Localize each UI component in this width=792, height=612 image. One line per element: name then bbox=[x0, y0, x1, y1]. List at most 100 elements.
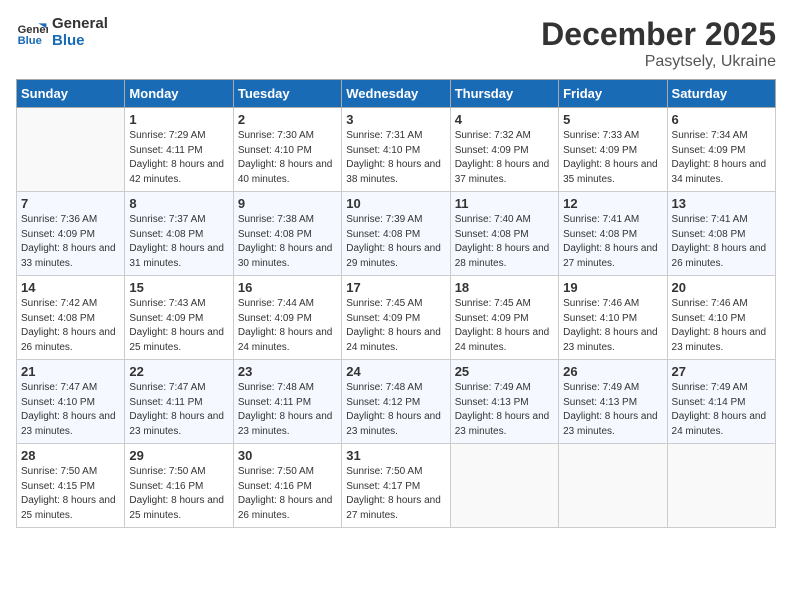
day-number: 27 bbox=[672, 364, 771, 379]
day-info: Sunrise: 7:29 AMSunset: 4:11 PMDaylight:… bbox=[129, 129, 228, 187]
calendar-week-row: 14Sunrise: 7:42 AMSunset: 4:08 PMDayligh… bbox=[17, 276, 776, 360]
day-number: 30 bbox=[238, 448, 337, 463]
calendar-day-cell: 7 Sunrise: 7:36 AMSunset: 4:09 PMDaylight… bbox=[17, 192, 125, 276]
calendar-week-row: 7 Sunrise: 7:36 AMSunset: 4:09 PMDaylight… bbox=[17, 192, 776, 276]
day-number: 14 bbox=[21, 280, 120, 295]
day-info: Sunrise: 7:46 AMSunset: 4:10 PMDaylight:… bbox=[563, 297, 662, 355]
day-number: 1 bbox=[129, 112, 228, 127]
day-info: Sunrise: 7:39 AMSunset: 4:08 PMDaylight:… bbox=[346, 213, 445, 271]
day-number: 2 bbox=[238, 112, 337, 127]
day-info: Sunrise: 7:49 AMSunset: 4:13 PMDaylight:… bbox=[455, 381, 554, 439]
day-number: 12 bbox=[563, 196, 662, 211]
weekday-header-saturday: Saturday bbox=[667, 80, 775, 108]
day-info: Sunrise: 7:50 AMSunset: 4:16 PMDaylight:… bbox=[129, 465, 228, 523]
day-info: Sunrise: 7:44 AMSunset: 4:09 PMDaylight:… bbox=[238, 297, 337, 355]
day-number: 9 bbox=[238, 196, 337, 211]
day-info: Sunrise: 7:45 AMSunset: 4:09 PMDaylight:… bbox=[346, 297, 445, 355]
calendar-day-cell: 8 Sunrise: 7:37 AMSunset: 4:08 PMDaylight… bbox=[125, 192, 233, 276]
day-info: Sunrise: 7:43 AMSunset: 4:09 PMDaylight:… bbox=[129, 297, 228, 355]
day-number: 23 bbox=[238, 364, 337, 379]
day-number: 11 bbox=[455, 196, 554, 211]
calendar-day-cell bbox=[450, 444, 558, 528]
day-number: 5 bbox=[563, 112, 662, 127]
location-title: Pasytsely, Ukraine bbox=[541, 53, 776, 71]
day-number: 6 bbox=[672, 112, 771, 127]
day-info: Sunrise: 7:36 AMSunset: 4:09 PMDaylight:… bbox=[21, 213, 120, 271]
weekday-header-row: SundayMondayTuesdayWednesdayThursdayFrid… bbox=[17, 80, 776, 108]
svg-text:Blue: Blue bbox=[18, 35, 42, 47]
calendar-table: SundayMondayTuesdayWednesdayThursdayFrid… bbox=[16, 79, 776, 528]
day-info: Sunrise: 7:45 AMSunset: 4:09 PMDaylight:… bbox=[455, 297, 554, 355]
day-info: Sunrise: 7:50 AMSunset: 4:16 PMDaylight:… bbox=[238, 465, 337, 523]
calendar-week-row: 1 Sunrise: 7:29 AMSunset: 4:11 PMDaylight… bbox=[17, 108, 776, 192]
day-number: 16 bbox=[238, 280, 337, 295]
calendar-day-cell: 2Sunrise: 7:30 AMSunset: 4:10 PMDaylight… bbox=[233, 108, 341, 192]
calendar-day-cell: 19 Sunrise: 7:46 AMSunset: 4:10 PMDayligh… bbox=[559, 276, 667, 360]
calendar-day-cell: 18 Sunrise: 7:45 AMSunset: 4:09 PMDayligh… bbox=[450, 276, 558, 360]
day-info: Sunrise: 7:41 AMSunset: 4:08 PMDaylight:… bbox=[672, 213, 771, 271]
calendar-day-cell: 13 Sunrise: 7:41 AMSunset: 4:08 PMDayligh… bbox=[667, 192, 775, 276]
day-info: Sunrise: 7:46 AMSunset: 4:10 PMDaylight:… bbox=[672, 297, 771, 355]
day-info: Sunrise: 7:50 AMSunset: 4:17 PMDaylight:… bbox=[346, 465, 445, 523]
day-number: 19 bbox=[563, 280, 662, 295]
calendar-day-cell: 10 Sunrise: 7:39 AMSunset: 4:08 PMDayligh… bbox=[342, 192, 450, 276]
day-info: Sunrise: 7:50 AMSunset: 4:15 PMDaylight:… bbox=[21, 465, 120, 523]
logo-text-blue: Blue bbox=[52, 33, 108, 50]
calendar-week-row: 21Sunrise: 7:47 AMSunset: 4:10 PMDayligh… bbox=[17, 360, 776, 444]
day-number: 7 bbox=[21, 196, 120, 211]
calendar-day-cell: 28 Sunrise: 7:50 AMSunset: 4:15 PMDayligh… bbox=[17, 444, 125, 528]
month-title: December 2025 bbox=[541, 16, 776, 53]
calendar-day-cell: 11Sunrise: 7:40 AMSunset: 4:08 PMDayligh… bbox=[450, 192, 558, 276]
weekday-header-monday: Monday bbox=[125, 80, 233, 108]
day-number: 29 bbox=[129, 448, 228, 463]
title-area: December 2025 Pasytsely, Ukraine bbox=[541, 16, 776, 71]
calendar-day-cell: 1 Sunrise: 7:29 AMSunset: 4:11 PMDaylight… bbox=[125, 108, 233, 192]
calendar-day-cell: 23 Sunrise: 7:48 AMSunset: 4:11 PMDayligh… bbox=[233, 360, 341, 444]
logo-icon: General Blue bbox=[16, 17, 48, 49]
day-info: Sunrise: 7:48 AMSunset: 4:12 PMDaylight:… bbox=[346, 381, 445, 439]
calendar-day-cell: 26 Sunrise: 7:49 AMSunset: 4:13 PMDayligh… bbox=[559, 360, 667, 444]
calendar-day-cell: 31 Sunrise: 7:50 AMSunset: 4:17 PMDayligh… bbox=[342, 444, 450, 528]
day-info: Sunrise: 7:37 AMSunset: 4:08 PMDaylight:… bbox=[129, 213, 228, 271]
day-number: 31 bbox=[346, 448, 445, 463]
day-number: 24 bbox=[346, 364, 445, 379]
day-number: 18 bbox=[455, 280, 554, 295]
day-number: 25 bbox=[455, 364, 554, 379]
weekday-header-wednesday: Wednesday bbox=[342, 80, 450, 108]
day-info: Sunrise: 7:49 AMSunset: 4:14 PMDaylight:… bbox=[672, 381, 771, 439]
day-number: 4 bbox=[455, 112, 554, 127]
calendar-day-cell: 6 Sunrise: 7:34 AMSunset: 4:09 PMDaylight… bbox=[667, 108, 775, 192]
calendar-day-cell: 24 Sunrise: 7:48 AMSunset: 4:12 PMDayligh… bbox=[342, 360, 450, 444]
day-info: Sunrise: 7:33 AMSunset: 4:09 PMDaylight:… bbox=[563, 129, 662, 187]
calendar-day-cell: 27 Sunrise: 7:49 AMSunset: 4:14 PMDayligh… bbox=[667, 360, 775, 444]
calendar-day-cell: 17Sunrise: 7:45 AMSunset: 4:09 PMDayligh… bbox=[342, 276, 450, 360]
day-number: 26 bbox=[563, 364, 662, 379]
weekday-header-sunday: Sunday bbox=[17, 80, 125, 108]
logo-text-general: General bbox=[52, 16, 108, 33]
day-info: Sunrise: 7:31 AMSunset: 4:10 PMDaylight:… bbox=[346, 129, 445, 187]
day-info: Sunrise: 7:49 AMSunset: 4:13 PMDaylight:… bbox=[563, 381, 662, 439]
day-number: 22 bbox=[129, 364, 228, 379]
weekday-header-tuesday: Tuesday bbox=[233, 80, 341, 108]
calendar-day-cell: 20 Sunrise: 7:46 AMSunset: 4:10 PMDayligh… bbox=[667, 276, 775, 360]
weekday-header-friday: Friday bbox=[559, 80, 667, 108]
day-number: 28 bbox=[21, 448, 120, 463]
calendar-day-cell bbox=[17, 108, 125, 192]
calendar-day-cell: 12Sunrise: 7:41 AMSunset: 4:08 PMDayligh… bbox=[559, 192, 667, 276]
day-number: 8 bbox=[129, 196, 228, 211]
day-number: 20 bbox=[672, 280, 771, 295]
calendar-week-row: 28 Sunrise: 7:50 AMSunset: 4:15 PMDayligh… bbox=[17, 444, 776, 528]
calendar-day-cell: 22Sunrise: 7:47 AMSunset: 4:11 PMDayligh… bbox=[125, 360, 233, 444]
day-number: 13 bbox=[672, 196, 771, 211]
day-info: Sunrise: 7:34 AMSunset: 4:09 PMDaylight:… bbox=[672, 129, 771, 187]
calendar-day-cell: 25 Sunrise: 7:49 AMSunset: 4:13 PMDayligh… bbox=[450, 360, 558, 444]
day-number: 10 bbox=[346, 196, 445, 211]
calendar-day-cell: 9Sunrise: 7:38 AMSunset: 4:08 PMDaylight… bbox=[233, 192, 341, 276]
day-number: 15 bbox=[129, 280, 228, 295]
calendar-day-cell: 16 Sunrise: 7:44 AMSunset: 4:09 PMDayligh… bbox=[233, 276, 341, 360]
day-info: Sunrise: 7:47 AMSunset: 4:10 PMDaylight:… bbox=[21, 381, 120, 439]
calendar-day-cell: 4Sunrise: 7:32 AMSunset: 4:09 PMDaylight… bbox=[450, 108, 558, 192]
day-number: 3 bbox=[346, 112, 445, 127]
day-info: Sunrise: 7:48 AMSunset: 4:11 PMDaylight:… bbox=[238, 381, 337, 439]
calendar-day-cell: 3 Sunrise: 7:31 AMSunset: 4:10 PMDaylight… bbox=[342, 108, 450, 192]
